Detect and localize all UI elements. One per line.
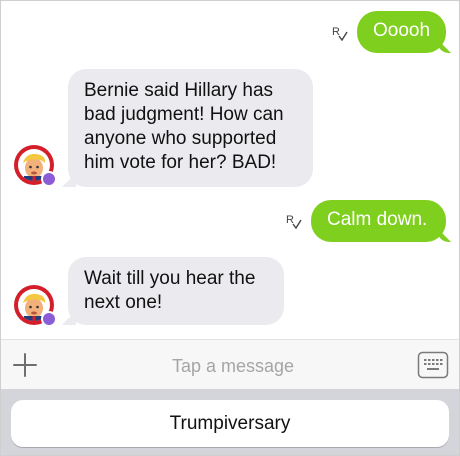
plus-icon [13,353,37,377]
message-line: Wait till you hear the [84,268,256,289]
add-attachment-button[interactable] [11,351,39,379]
read-receipt-icon: R [332,26,348,42]
status-dot-icon [41,171,57,187]
message-line: anyone who supported [84,128,277,149]
suggestion-area: Trumpiversary [1,389,459,455]
message-line: Bernie said Hillary has [84,80,274,101]
chat-window: R Ooooh Bernie said Hillary has bad judg… [0,0,460,456]
trump-avatar-icon[interactable] [14,145,57,187]
status-dot-icon [41,311,57,327]
message-input-bar [1,339,459,389]
outgoing-message-bubble[interactable]: Ooooh [357,11,446,53]
message-list[interactable]: R Ooooh Bernie said Hillary has bad judg… [1,1,459,339]
trump-avatar-icon[interactable] [14,285,57,327]
read-receipt-icon: R [286,214,302,230]
suggestion-button[interactable]: Trumpiversary [11,400,449,447]
keyboard-icon[interactable] [417,351,449,379]
incoming-message-bubble[interactable]: Bernie said Hillary has bad judgment! Ho… [68,69,313,187]
message-text: Calm down. [327,209,428,230]
suggestion-label: Trumpiversary [169,412,291,434]
message-line: him vote for her? BAD! [84,152,277,173]
incoming-message-bubble[interactable]: Wait till you hear the next one! [68,257,284,325]
message-line: next one! [84,292,163,313]
message-input[interactable] [61,350,405,382]
outgoing-message-bubble[interactable]: Calm down. [311,200,446,242]
message-text: Ooooh [373,20,431,41]
message-line: bad judgment! How can [84,104,284,125]
